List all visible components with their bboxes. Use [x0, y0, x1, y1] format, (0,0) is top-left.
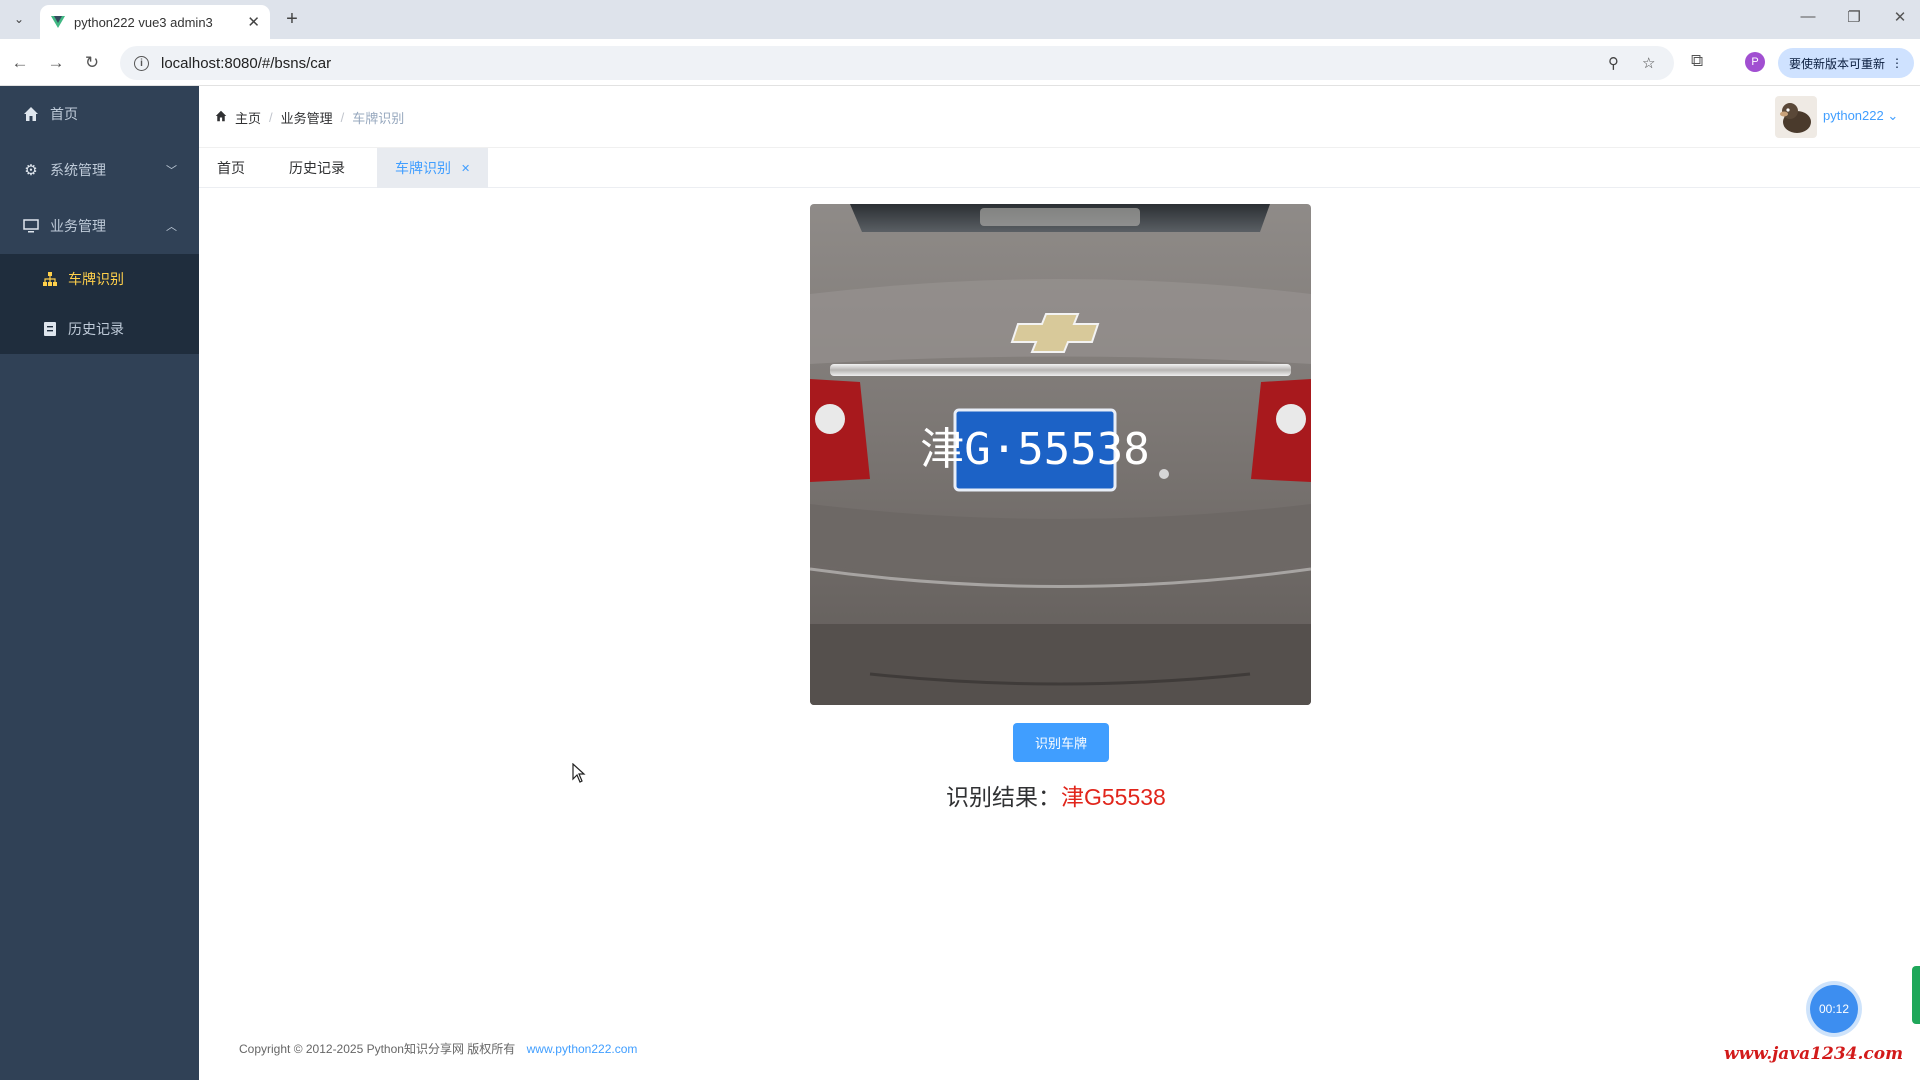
footer-link[interactable]: www.python222.com [527, 1042, 638, 1056]
home-icon [22, 105, 40, 123]
update-label: 要使新版本可重新 [1788, 56, 1885, 71]
sidebar-subitem-plate-recognition[interactable]: 车牌识别 [0, 254, 199, 304]
tag-history[interactable]: 历史记录 [271, 148, 363, 188]
chevron-up-icon: ︿ [166, 221, 177, 233]
translate-icon[interactable]: ⚲ [1608, 54, 1619, 72]
address-bar[interactable]: i localhost:8080/#/bsns/car ⚲ ☆ [120, 46, 1674, 80]
breadcrumb: 主页 / 业务管理 / 车牌识别 [215, 108, 404, 127]
chevron-down-icon: ⌄ [1887, 108, 1899, 123]
mouse-cursor-icon [572, 763, 586, 783]
result-plate-value: 津G55538 [1061, 784, 1166, 810]
profile-avatar[interactable]: P [1745, 52, 1765, 72]
sitemap-icon [42, 271, 58, 287]
tag-home[interactable]: 首页 [199, 148, 263, 188]
breadcrumb-separator: / [269, 110, 273, 125]
breadcrumb-item-home[interactable]: 主页 [235, 108, 261, 127]
chevron-down-icon: ﹀ [166, 165, 177, 177]
tag-plate-recognition[interactable]: 车牌识别 ✕ [377, 148, 489, 188]
close-window-icon[interactable]: ✕ [1888, 8, 1912, 26]
avatar[interactable] [1775, 96, 1817, 138]
sidebar-item-label: 首页 [50, 106, 78, 122]
recognition-result: 识别结果： 津G55538 [946, 778, 1166, 812]
breadcrumb-separator: / [340, 110, 345, 125]
tags-view-bar: 首页 历史记录 车牌识别 ✕ [199, 148, 1920, 188]
username-label: python222 [1823, 108, 1884, 123]
recording-timer-badge[interactable]: 00:12 [1810, 985, 1858, 1033]
browser-tab[interactable]: python222 vue3 admin3 ✕ [40, 5, 270, 39]
new-tab-button[interactable]: + [280, 7, 304, 31]
tag-label: 历史记录 [289, 160, 345, 176]
site-info-icon[interactable]: i [134, 55, 149, 71]
sidebar-item-system[interactable]: ⚙ 系统管理 ﹀ [0, 142, 199, 198]
gear-icon: ⚙ [24, 162, 38, 179]
side-handle[interactable] [1912, 966, 1920, 1024]
more-menu-icon[interactable]: ⋮ [1891, 56, 1903, 70]
monitor-icon [22, 217, 40, 235]
forward-icon[interactable]: → [44, 51, 68, 75]
minimize-icon[interactable]: — [1796, 8, 1820, 25]
breadcrumb-item-business: 业务管理 [280, 111, 333, 126]
sidebar-subitem-label: 历史记录 [68, 321, 124, 337]
sidebar-item-business[interactable]: 业务管理 ︿ [0, 198, 199, 254]
back-icon[interactable]: ← [8, 51, 32, 75]
tag-label: 首页 [217, 160, 245, 176]
sidebar-item-label: 业务管理 [50, 218, 106, 234]
footer-copyright: Copyright © 2012-2025 Python知识分享网 版权所有 [239, 1042, 516, 1056]
reload-icon[interactable]: ↻ [80, 51, 104, 75]
recognize-plate-button[interactable]: 识别车牌 [1013, 723, 1109, 762]
close-tag-icon[interactable]: ✕ [461, 162, 470, 175]
breadcrumb-item-current: 车牌识别 [352, 111, 405, 126]
browser-tab-strip: ⌄ python222 vue3 admin3 ✕ + — ❐ ✕ [0, 0, 1920, 39]
watermark: www.java1234.com [1724, 1044, 1904, 1064]
extensions-icon[interactable]: ⧉ [1691, 51, 1703, 71]
sidebar-item-home[interactable]: 首页 [0, 86, 199, 142]
sidebar: 首页 ⚙ 系统管理 ﹀ 业务管理 ︿ 车牌识别 历史记录 [0, 86, 199, 1080]
url-text: localhost:8080/#/bsns/car [161, 54, 332, 72]
car-photo: 津G·55538 [810, 204, 1311, 705]
browser-toolbar: ← → ↻ i localhost:8080/#/bsns/car ⚲ ☆ [0, 39, 1920, 86]
plate-text: 津G·55538 [920, 424, 1149, 475]
tag-label: 车牌识别 [395, 160, 451, 176]
sidebar-subitem-history[interactable]: 历史记录 [0, 304, 199, 354]
tab-title: python222 vue3 admin3 [74, 14, 213, 30]
vue-favicon-icon [51, 16, 65, 28]
username-dropdown[interactable]: python222 ⌄ [1823, 108, 1898, 124]
document-icon [42, 321, 58, 337]
tab-list-button[interactable]: ⌄ [8, 8, 30, 30]
result-label: 识别结果： [946, 784, 1061, 810]
update-button[interactable]: 要使新版本可重新 ⋮ [1778, 48, 1914, 78]
sidebar-item-label: 系统管理 [50, 162, 106, 178]
footer: Copyright © 2012-2025 Python知识分享网 版权所有 w… [239, 1040, 637, 1057]
bookmark-star-icon[interactable]: ☆ [1642, 54, 1655, 72]
top-header: 主页 / 业务管理 / 车牌识别 python222 ⌄ [199, 86, 1920, 148]
sidebar-subitem-label: 车牌识别 [68, 271, 124, 287]
breadcrumb-home-icon [215, 110, 227, 125]
restore-icon[interactable]: ❐ [1842, 8, 1866, 26]
close-tab-icon[interactable]: ✕ [247, 13, 260, 31]
